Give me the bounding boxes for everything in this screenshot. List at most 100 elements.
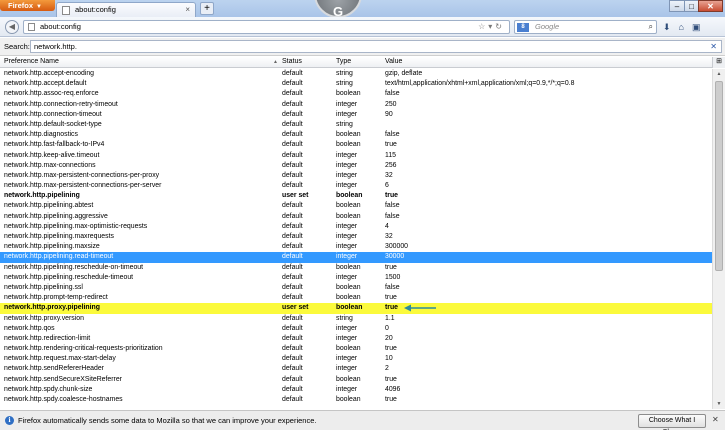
- pref-type: integer: [336, 151, 358, 159]
- table-row[interactable]: network.http.sendRefererHeader default int…: [0, 364, 712, 374]
- preference-list: network.http.accept-encoding default strin…: [0, 69, 712, 409]
- pref-type: integer: [336, 365, 358, 373]
- table-row[interactable]: network.http.qos default integer 0: [0, 324, 712, 334]
- column-header-status[interactable]: Status: [282, 57, 302, 67]
- scrollbar-thumb[interactable]: [715, 81, 723, 271]
- table-row[interactable]: network.http.connection-retry-timeout def…: [0, 100, 712, 110]
- table-row[interactable]: network.http.connection-timeout default in…: [0, 110, 712, 120]
- table-row[interactable]: network.http.assoc-req.enforce default boo…: [0, 89, 712, 99]
- search-engine-icon[interactable]: 8: [517, 23, 529, 32]
- column-header-name[interactable]: Preference Name: [4, 57, 59, 67]
- bookmark-star-icon[interactable]: ☆: [478, 22, 488, 31]
- pref-status: default: [282, 345, 303, 353]
- scroll-up-icon[interactable]: ▲: [713, 69, 725, 79]
- pref-value: true: [385, 375, 397, 383]
- column-header-type[interactable]: Type: [336, 57, 351, 67]
- clear-search-icon[interactable]: ✕: [710, 41, 717, 52]
- pref-value: 1500: [385, 273, 401, 281]
- table-row[interactable]: network.http.spdy.chunk-size default integ…: [0, 385, 712, 395]
- download-icon[interactable]: ⬇: [663, 22, 679, 32]
- table-row[interactable]: network.http.pipelining.reschedule-timeo…: [0, 273, 712, 283]
- table-row[interactable]: network.http.pipelining.maxrequests defau…: [0, 232, 712, 242]
- pref-name: network.http.diagnostics: [4, 131, 78, 139]
- table-row[interactable]: network.http.prompt-temp-redirect default…: [0, 293, 712, 303]
- page-icon: [62, 6, 70, 15]
- config-search-value: network.http.: [34, 42, 77, 51]
- pref-value: 10: [385, 355, 393, 363]
- pref-type: boolean: [336, 202, 361, 210]
- pref-status: default: [282, 141, 303, 149]
- search-bar[interactable]: 8 Google ⌕: [514, 20, 657, 34]
- table-row[interactable]: network.http.max-persistent-connections-…: [0, 171, 712, 181]
- pref-status: default: [282, 110, 303, 118]
- table-row[interactable]: network.http.pipelining.reschedule-on-ti…: [0, 263, 712, 273]
- minimize-button[interactable]: –: [669, 0, 685, 12]
- table-row[interactable]: network.http.request.max-start-delay defa…: [0, 354, 712, 364]
- pref-name: network.http.max-persistent-connections-…: [4, 171, 160, 179]
- pref-value: true: [385, 141, 397, 149]
- close-window-button[interactable]: ✕: [698, 0, 723, 12]
- pref-value: 32: [385, 171, 393, 179]
- pref-value: 0: [385, 324, 389, 332]
- close-tab-icon[interactable]: ×: [185, 3, 190, 17]
- title-bar: Firefox ▼ about:config × + G – □ ✕: [0, 0, 725, 19]
- table-row[interactable]: network.http.accept-encoding default strin…: [0, 69, 712, 79]
- table-header: Preference Name ▲ Status Type Value: [0, 57, 712, 68]
- pref-type: integer: [336, 171, 358, 179]
- pref-value: 250: [385, 100, 397, 108]
- menu-icon[interactable]: ▣: [692, 22, 709, 32]
- pref-status: default: [282, 70, 303, 77]
- pref-type: integer: [336, 222, 358, 230]
- new-tab-button[interactable]: +: [200, 2, 214, 15]
- pref-type: string: [336, 70, 353, 77]
- table-row[interactable]: network.http.keep-alive.timeout default in…: [0, 151, 712, 161]
- table-row[interactable]: network.http.max-connections default integ…: [0, 161, 712, 171]
- pref-type: boolean: [336, 212, 361, 220]
- table-row[interactable]: network.http.diagnostics default boolean fa…: [0, 130, 712, 140]
- search-icon[interactable]: ⌕: [649, 21, 653, 33]
- back-button[interactable]: ◀: [5, 20, 19, 34]
- pref-status: default: [282, 222, 303, 230]
- column-picker-icon[interactable]: ⊞: [712, 57, 725, 68]
- pref-name: network.http.qos: [4, 324, 55, 332]
- tab-about-config[interactable]: about:config ×: [56, 2, 196, 17]
- scroll-down-icon[interactable]: ▼: [713, 399, 725, 409]
- url-bar[interactable]: about:config ☆▾↻: [23, 20, 510, 34]
- table-row[interactable]: network.http.default-socket-type default s…: [0, 120, 712, 130]
- pref-type: integer: [336, 243, 358, 251]
- pref-status: default: [282, 161, 303, 169]
- vertical-scrollbar[interactable]: ▲ ▼: [712, 69, 725, 409]
- table-row[interactable]: network.http.redirection-limit default int…: [0, 334, 712, 344]
- pref-type: boolean: [336, 141, 361, 149]
- pref-value: true: [385, 294, 397, 302]
- table-row[interactable]: network.http.pipelining.ssl default boolea…: [0, 283, 712, 293]
- home-icon[interactable]: ⌂: [679, 22, 692, 32]
- table-row[interactable]: network.http.proxy.version default string 1…: [0, 314, 712, 324]
- firefox-menu-button[interactable]: Firefox ▼: [0, 0, 55, 11]
- pref-name: network.http.request.max-start-delay: [4, 355, 116, 363]
- table-row[interactable]: network.http.proxy.pipelining user set boo…: [0, 303, 712, 314]
- maximize-button[interactable]: □: [684, 0, 699, 12]
- table-row[interactable]: network.http.accept.default default string…: [0, 79, 712, 89]
- table-row[interactable]: network.http.fast-fallback-to-IPv4 defaul…: [0, 140, 712, 150]
- reload-icon[interactable]: ↻: [495, 22, 505, 31]
- table-row[interactable]: network.http.pipelining user set boolean tr…: [0, 191, 712, 201]
- column-header-value[interactable]: Value: [385, 57, 402, 67]
- config-search-input[interactable]: network.http. ✕: [30, 40, 722, 53]
- pref-value: 2: [385, 365, 389, 373]
- table-row[interactable]: network.http.pipelining.max-optimistic-r…: [0, 222, 712, 232]
- choose-what-i-share-button[interactable]: Choose What I Share: [638, 414, 706, 430]
- table-row[interactable]: network.http.pipelining.aggressive defaul…: [0, 212, 712, 222]
- table-row[interactable]: network.http.pipelining.abtest default boo…: [0, 201, 712, 211]
- pref-name: network.http.connection-timeout: [4, 110, 102, 118]
- table-row[interactable]: network.http.rendering-critical-requests…: [0, 344, 712, 354]
- table-row[interactable]: network.http.pipelining.maxsize default in…: [0, 242, 712, 252]
- close-notification-icon[interactable]: ✕: [712, 415, 719, 424]
- pref-value: 115: [385, 151, 396, 159]
- pref-name: network.http.proxy.pipelining: [4, 304, 100, 312]
- table-row[interactable]: network.http.sendSecureXSiteReferrer defa…: [0, 375, 712, 385]
- table-row[interactable]: network.http.spdy.coalesce-hostnames defa…: [0, 395, 712, 405]
- pref-value: 20: [385, 334, 393, 342]
- table-row[interactable]: network.http.max-persistent-connections-…: [0, 181, 712, 191]
- table-row[interactable]: network.http.pipelining.read-timeout defa…: [0, 252, 712, 263]
